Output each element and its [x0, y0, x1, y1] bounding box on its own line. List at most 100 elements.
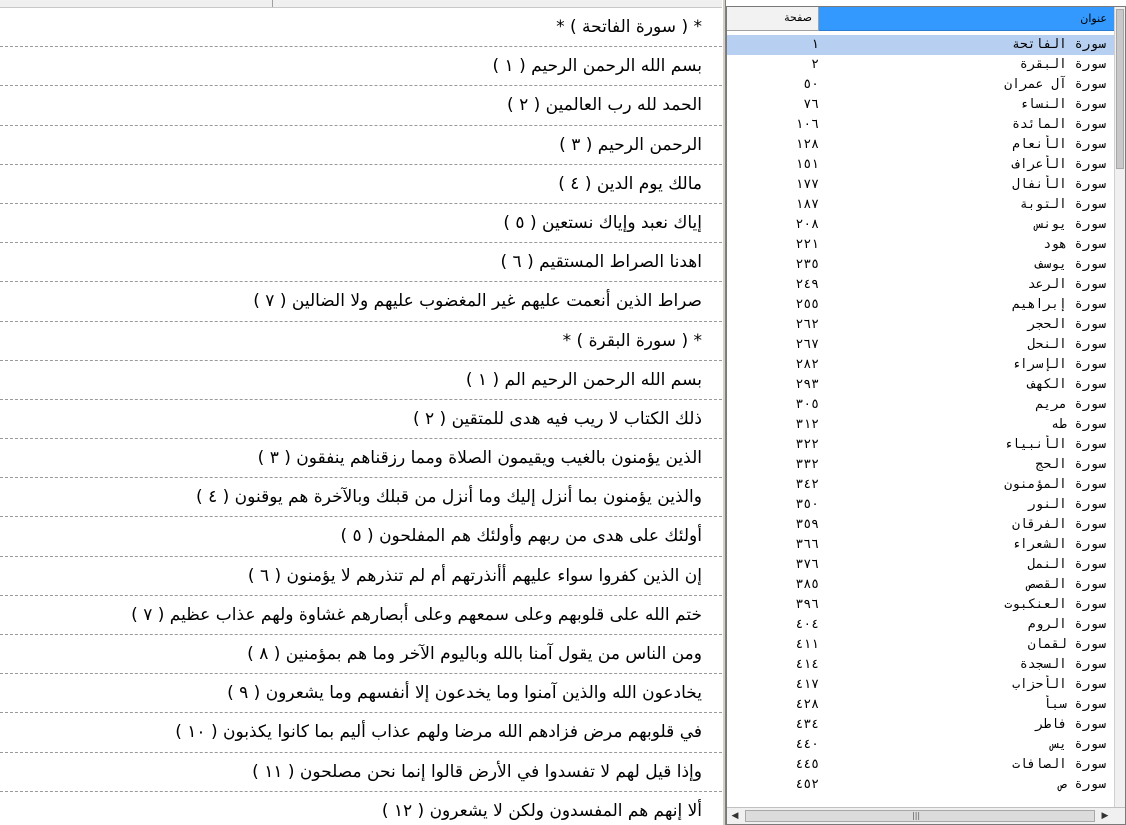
surah-index-list[interactable]: صفحة عنوان ١ سورة الفاتحة ٢ سورة البقرة ٥٠ سو…: [726, 6, 1126, 825]
verse-line[interactable]: والذين يؤمنون بما أنزل إليك وما أنزل من …: [0, 478, 722, 518]
page-number-cell: ١: [811, 37, 819, 52]
list-item[interactable]: ١ سورة الفاتحة: [727, 35, 1114, 55]
verse-line[interactable]: إن الذين كفروا سواء عليهم أأنذرتهم أم لم…: [0, 557, 722, 596]
list-item[interactable]: ٢٩٣ سورة الكهف: [727, 375, 1114, 395]
list-item[interactable]: ٢٤٩ سورة الرعد: [727, 275, 1114, 295]
verse-line[interactable]: الذين يؤمنون بالغيب ويقيمون الصلاة ومما …: [0, 439, 722, 479]
verse-line[interactable]: * ( سورة البقرة ) *: [0, 322, 722, 361]
column-header-title[interactable]: عنوان: [819, 7, 1115, 31]
list-item[interactable]: ٥٠ سورة آل عمران: [727, 75, 1114, 95]
verse-line[interactable]: اهدنا الصراط المستقيم ( ٦ ): [0, 243, 722, 283]
page-number-cell: ٤١٤: [795, 657, 819, 672]
vertical-scrollbar[interactable]: [1114, 7, 1125, 807]
page-number-cell: ١٧٧: [795, 177, 819, 192]
list-item[interactable]: ٢ سورة البقرة: [727, 55, 1114, 75]
list-item[interactable]: ٢٣٥ سورة يوسف: [727, 255, 1114, 275]
list-item[interactable]: ٤٠٤ سورة الروم: [727, 615, 1114, 635]
verse-line[interactable]: بسم الله الرحمن الرحيم ( ١ ): [0, 47, 722, 87]
list-item[interactable]: ٤١٧ سورة الأحزاب: [727, 675, 1114, 695]
surah-title-cell: سورة فاطر: [1035, 717, 1106, 732]
list-item[interactable]: ٣٦٦ سورة الشعراء: [727, 535, 1114, 555]
scroll-left-icon[interactable]: ◀: [729, 810, 741, 822]
list-item[interactable]: ٢٨٢ سورة الإسراء: [727, 355, 1114, 375]
surah-title-cell: سورة القصص: [1027, 577, 1106, 592]
list-item[interactable]: ٣٧٦ سورة النمل: [727, 555, 1114, 575]
list-item[interactable]: ٤٥٢ سورة ص: [727, 775, 1114, 795]
list-item[interactable]: ٣٢٢ سورة الأنبياء: [727, 435, 1114, 455]
surah-title-cell: سورة الأنفال: [1012, 177, 1106, 192]
surah-title-cell: سورة ص: [1059, 777, 1106, 792]
verse-line[interactable]: ألا إنهم هم المفسدون ولكن لا يشعرون ( ١٢…: [0, 792, 722, 825]
surah-title-cell: سورة طه: [1051, 417, 1106, 432]
page-number-cell: ٣١٢: [795, 417, 819, 432]
list-item[interactable]: ١٨٧ سورة التوبة: [727, 195, 1114, 215]
page-number-cell: ٢٤٩: [795, 277, 819, 292]
verse-line[interactable]: صراط الذين أنعمت عليهم غير المغضوب عليهم…: [0, 282, 722, 322]
toolbar-separator: [272, 0, 273, 7]
verse-line[interactable]: في قلوبهم مرض فزادهم الله مرضا ولهم عذاب…: [0, 713, 722, 753]
list-item[interactable]: ٣١٢ سورة طه: [727, 415, 1114, 435]
list-item[interactable]: ١٧٧ سورة الأنفال: [727, 175, 1114, 195]
list-item[interactable]: ٣٥٠ سورة النور: [727, 495, 1114, 515]
list-item[interactable]: ٧٦ سورة النساء: [727, 95, 1114, 115]
list-item[interactable]: ٤١٤ سورة السجدة: [727, 655, 1114, 675]
list-item[interactable]: ٣٣٢ سورة الحج: [727, 455, 1114, 475]
surah-title-cell: سورة النور: [1027, 497, 1106, 512]
list-item[interactable]: ٣٠٥ سورة مريم: [727, 395, 1114, 415]
surah-title-cell: سورة يس: [1051, 737, 1106, 752]
scroll-right-icon[interactable]: ▶: [1099, 810, 1111, 822]
list-item[interactable]: ١٠٦ سورة المائدة: [727, 115, 1114, 135]
list-item[interactable]: ٣٨٥ سورة القصص: [727, 575, 1114, 595]
list-item[interactable]: ٢٠٨ سورة يونس: [727, 215, 1114, 235]
verse-line[interactable]: ختم الله على قلوبهم وعلى سمعهم وعلى أبصا…: [0, 596, 722, 635]
page-number-cell: ١٠٦: [795, 117, 819, 132]
horizontal-scroll-thumb[interactable]: |||: [745, 810, 1095, 822]
page-number-cell: ٢٢١: [795, 237, 819, 252]
page-number-cell: ١٢٨: [795, 137, 819, 152]
verse-line[interactable]: الحمد لله رب العالمين ( ٢ ): [0, 86, 722, 126]
surah-title-cell: سورة مريم: [1035, 397, 1106, 412]
page-number-cell: ٤٤٠: [795, 737, 819, 752]
list-item[interactable]: ٢٢١ سورة هود: [727, 235, 1114, 255]
list-item[interactable]: ٤٣٤ سورة فاطر: [727, 715, 1114, 735]
verse-text-pane[interactable]: * ( سورة الفاتحة ) * بسم الله الرحمن الرح…: [0, 8, 722, 825]
list-item[interactable]: ٤٤٥ سورة الصافات: [727, 755, 1114, 775]
surah-title-cell: سورة الأحزاب: [1012, 677, 1106, 692]
verse-line[interactable]: ذلك الكتاب لا ريب فيه هدى للمتقين ( ٢ ): [0, 400, 722, 440]
page-number-cell: ٤٣٤: [795, 717, 819, 732]
verse-line[interactable]: الرحمن الرحيم ( ٣ ): [0, 126, 722, 165]
surah-title-cell: سورة سبأ: [1043, 697, 1106, 712]
list-item[interactable]: ١٢٨ سورة الأنعام: [727, 135, 1114, 155]
column-header-page[interactable]: صفحة: [727, 7, 819, 31]
list-item[interactable]: ٢٦٢ سورة الحجر: [727, 315, 1114, 335]
surah-title-cell: سورة الفرقان: [1012, 517, 1106, 532]
list-item[interactable]: ٤٢٨ سورة سبأ: [727, 695, 1114, 715]
verse-line[interactable]: * ( سورة الفاتحة ) *: [0, 8, 722, 48]
page-number-cell: ٤١١: [795, 637, 819, 652]
page-number-cell: ٢٩٣: [795, 377, 819, 392]
list-header: صفحة عنوان: [727, 7, 1115, 31]
verse-line[interactable]: مالك يوم الدين ( ٤ ): [0, 165, 722, 204]
list-item[interactable]: ٣٤٢ سورة المؤمنون: [727, 475, 1114, 495]
verse-line[interactable]: بسم الله الرحمن الرحيم الم ( ١ ): [0, 361, 722, 400]
list-item[interactable]: ٢٦٧ سورة النحل: [727, 335, 1114, 355]
verse-line[interactable]: إياك نعبد وإياك نستعين ( ٥ ): [0, 204, 722, 244]
verse-line[interactable]: يخادعون الله والذين آمنوا وما يخدعون إلا…: [0, 674, 722, 714]
page-number-cell: ٢٣٥: [795, 257, 819, 272]
page-number-cell: ٣٧٦: [795, 557, 819, 572]
list-item[interactable]: ٢٥٥ سورة إبراهيم: [727, 295, 1114, 315]
surah-title-cell: سورة السجدة: [1019, 657, 1106, 672]
list-item[interactable]: ٣٩٦ سورة العنكبوت: [727, 595, 1114, 615]
surah-title-cell: سورة الإسراء: [1012, 357, 1106, 372]
list-item[interactable]: ١٥١ سورة الأعراف: [727, 155, 1114, 175]
verse-line[interactable]: أولئك على هدى من ربهم وأولئك هم المفلحون…: [0, 517, 722, 557]
verse-line[interactable]: وإذا قيل لهم لا تفسدوا في الأرض قالوا إن…: [0, 753, 722, 792]
list-item[interactable]: ٤١١ سورة لقمان: [727, 635, 1114, 655]
list-item[interactable]: ٣٥٩ سورة الفرقان: [727, 515, 1114, 535]
top-toolbar-strip: [0, 0, 724, 8]
vertical-scroll-thumb[interactable]: [1116, 9, 1124, 169]
page-number-cell: ٢٨٢: [795, 357, 819, 372]
list-item[interactable]: ٤٤٠ سورة يس: [727, 735, 1114, 755]
verse-line[interactable]: ومن الناس من يقول آمنا بالله وباليوم الآ…: [0, 635, 722, 675]
horizontal-scrollbar[interactable]: ◀ ||| ▶: [727, 807, 1125, 824]
